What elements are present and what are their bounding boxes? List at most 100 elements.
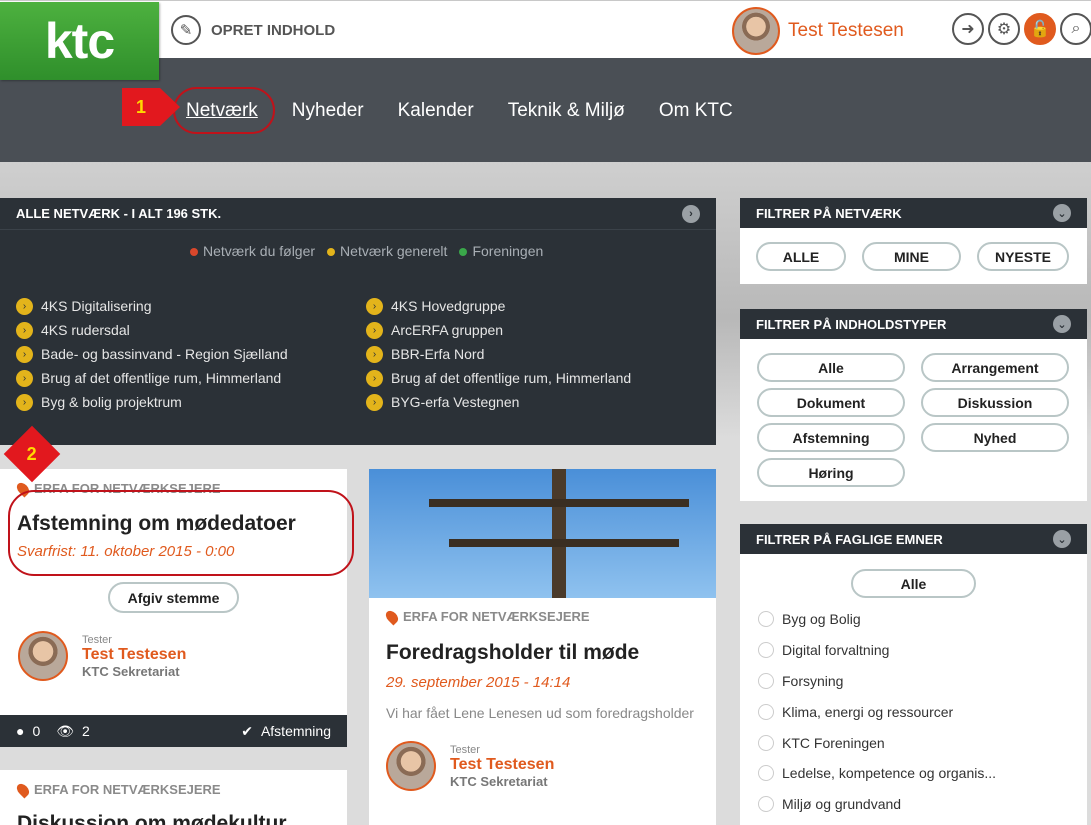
annotation-circle-2 bbox=[8, 490, 354, 576]
chevron-right-icon: › bbox=[366, 393, 383, 411]
view-count: 2 bbox=[82, 723, 90, 739]
discussion-card[interactable]: ERFA FOR NETVÆRKSEJERE Diskussion om mød… bbox=[0, 770, 347, 825]
filter-network-header[interactable]: FILTRER PÅ NETVÆRK ⌄ bbox=[740, 198, 1087, 228]
filter-topics-header[interactable]: FILTRER PÅ FAGLIGE EMNER ⌄ bbox=[740, 524, 1087, 554]
annotation-marker-1: 1 bbox=[122, 88, 180, 126]
card-image bbox=[369, 469, 716, 598]
list-item[interactable]: › 4KS Hovedgruppe bbox=[366, 294, 716, 318]
location-pin-icon bbox=[383, 608, 401, 625]
author-role: Tester bbox=[450, 743, 480, 756]
topic-checkbox[interactable]: Byg og Bolig bbox=[740, 604, 1087, 635]
filter-types-header[interactable]: FILTRER PÅ INDHOLDSTYPER ⌄ bbox=[740, 309, 1087, 339]
comment-icon: ● bbox=[16, 723, 25, 739]
nav-item-kalender[interactable]: Kalender bbox=[398, 100, 474, 122]
list-item[interactable]: › ArcERFA gruppen bbox=[366, 318, 716, 342]
nav-item-nyheder[interactable]: Nyheder bbox=[292, 100, 364, 122]
chevron-right-icon: › bbox=[366, 297, 383, 315]
chevron-down-icon[interactable]: ⌄ bbox=[1053, 530, 1071, 548]
search-icon[interactable]: ⌕ bbox=[1060, 13, 1091, 45]
type-diskussion-button[interactable]: Diskussion bbox=[921, 388, 1069, 417]
topic-checkbox[interactable]: Miljø og grundvand bbox=[740, 789, 1087, 820]
chevron-right-icon: › bbox=[16, 321, 33, 339]
list-item[interactable]: › Brug af det offentlige rum, Himmerland bbox=[16, 366, 366, 390]
avatar bbox=[18, 631, 68, 681]
ktc-logo[interactable]: ktc bbox=[0, 2, 159, 80]
chevron-right-icon: › bbox=[16, 369, 33, 387]
create-content-label: OPRET INDHOLD bbox=[211, 21, 336, 39]
user-name: Test Testesen bbox=[788, 20, 904, 41]
card-title[interactable]: Foredragsholder til møde bbox=[386, 641, 639, 665]
networks-title: ALLE NETVÆRK - I ALT 196 STK. bbox=[16, 206, 222, 221]
radio-icon bbox=[758, 672, 774, 689]
list-item[interactable]: › 4KS rudersdal bbox=[16, 318, 366, 342]
type-dokument-button[interactable]: Dokument bbox=[757, 388, 905, 417]
chevron-right-icon: › bbox=[366, 369, 383, 387]
topic-checkbox[interactable]: KTC Foreningen bbox=[740, 727, 1087, 758]
list-item[interactable]: › Bade- og bassinvand - Region Sjælland bbox=[16, 342, 366, 366]
chevron-right-icon: › bbox=[366, 345, 383, 363]
card-category: ERFA FOR NETVÆRKSEJERE bbox=[383, 608, 590, 625]
type-all-button[interactable]: Alle bbox=[757, 353, 905, 382]
radio-icon bbox=[758, 703, 774, 720]
networks-header[interactable]: ALLE NETVÆRK - I ALT 196 STK. › bbox=[0, 198, 716, 230]
annotation-circle-1 bbox=[173, 87, 275, 134]
content-type: Afstemning bbox=[260, 723, 331, 739]
radio-icon bbox=[758, 611, 774, 628]
card-title[interactable]: Diskussion om mødekultur bbox=[17, 812, 287, 825]
list-item[interactable]: › BBR-Erfa Nord bbox=[366, 342, 716, 366]
poll-card-footer: ● 0 👁 2 ✔ Afstemning bbox=[0, 715, 347, 747]
nav-item-om-ktc[interactable]: Om KTC bbox=[659, 100, 733, 122]
filter-network-panel: FILTRER PÅ NETVÆRK ⌄ ALLE MINE NYESTE bbox=[740, 198, 1087, 284]
edit-icon: ✎ bbox=[171, 15, 201, 45]
list-item[interactable]: › Brug af det offentlige rum, Himmerland bbox=[366, 366, 716, 390]
topic-checkbox[interactable]: Digital forvaltning bbox=[740, 635, 1087, 666]
nav-item-teknik-miljo[interactable]: Teknik & Miljø bbox=[508, 100, 625, 122]
author-org: KTC Sekretariat bbox=[82, 663, 180, 679]
author-role: Tester bbox=[82, 633, 112, 646]
type-nyhed-button[interactable]: Nyhed bbox=[921, 423, 1069, 452]
list-item[interactable]: › 4KS Digitalisering bbox=[16, 294, 366, 318]
network-list: › 4KS Digitalisering › 4KS rudersdal › Bade… bbox=[16, 294, 716, 414]
author-name[interactable]: Test Testesen bbox=[450, 756, 554, 774]
topics-all-button[interactable]: Alle bbox=[851, 569, 976, 598]
avatar bbox=[732, 7, 780, 55]
top-bar: ✎ OPRET INDHOLD Test Testesen ➜ ⚙ 🔓 ⌕ bbox=[0, 0, 1091, 58]
toolbar-icons: ➜ ⚙ 🔓 ⌕ bbox=[952, 13, 1091, 45]
type-horing-button[interactable]: Høring bbox=[757, 458, 905, 487]
type-afstemning-button[interactable]: Afstemning bbox=[757, 423, 905, 452]
card-excerpt: Vi har fået Lene Lenesen ud som foredrag… bbox=[386, 705, 694, 721]
chevron-down-icon[interactable]: ⌄ bbox=[1053, 315, 1071, 333]
list-item[interactable]: › Byg & bolig projektrum bbox=[16, 390, 366, 414]
card-category: ERFA FOR NETVÆRKSEJERE bbox=[14, 781, 221, 798]
type-arrangement-button[interactable]: Arrangement bbox=[921, 353, 1069, 382]
gear-icon[interactable]: ⚙ bbox=[988, 13, 1020, 45]
eye-icon: 👁 bbox=[56, 722, 75, 739]
chevron-right-icon: › bbox=[16, 393, 33, 411]
author-org: KTC Sekretariat bbox=[450, 773, 548, 789]
topic-checkbox[interactable]: Klima, energi og ressourcer bbox=[740, 696, 1087, 727]
chevron-right-icon[interactable]: › bbox=[682, 204, 700, 223]
news-card[interactable]: ERFA FOR NETVÆRKSEJERE Foredragsholder t… bbox=[369, 469, 716, 825]
radio-icon bbox=[758, 642, 774, 659]
legend-item: Netværk generelt bbox=[327, 243, 447, 259]
arrow-icon[interactable]: ➜ bbox=[952, 13, 984, 45]
vote-button[interactable]: Afgiv stemme bbox=[108, 582, 239, 613]
topic-checkbox[interactable]: Ledelse, kompetence og organis... bbox=[740, 758, 1087, 789]
filter-all-button[interactable]: ALLE bbox=[756, 242, 846, 271]
lock-icon[interactable]: 🔓 bbox=[1024, 13, 1056, 45]
topic-checkbox[interactable]: Forsyning bbox=[740, 666, 1087, 697]
create-content-button[interactable]: ✎ OPRET INDHOLD bbox=[171, 15, 335, 45]
filter-newest-button[interactable]: NYESTE bbox=[977, 242, 1069, 271]
list-item[interactable]: › BYG-erfa Vestegnen bbox=[366, 390, 716, 414]
radio-icon bbox=[758, 765, 774, 782]
comment-count: 0 bbox=[32, 723, 41, 739]
filter-mine-button[interactable]: MINE bbox=[862, 242, 961, 271]
card-date: 29. september 2015 - 14:14 bbox=[386, 674, 571, 691]
check-icon: ✔ bbox=[241, 722, 253, 739]
author-name[interactable]: Test Testesen bbox=[82, 646, 186, 664]
chevron-down-icon[interactable]: ⌄ bbox=[1053, 204, 1071, 222]
user-menu[interactable]: Test Testesen bbox=[732, 7, 904, 55]
radio-icon bbox=[758, 734, 774, 751]
filter-types-panel: FILTRER PÅ INDHOLDSTYPER ⌄ Alle Arrangem… bbox=[740, 309, 1087, 501]
filter-topics-panel: FILTRER PÅ FAGLIGE EMNER ⌄ Alle Byg og B… bbox=[740, 524, 1087, 825]
